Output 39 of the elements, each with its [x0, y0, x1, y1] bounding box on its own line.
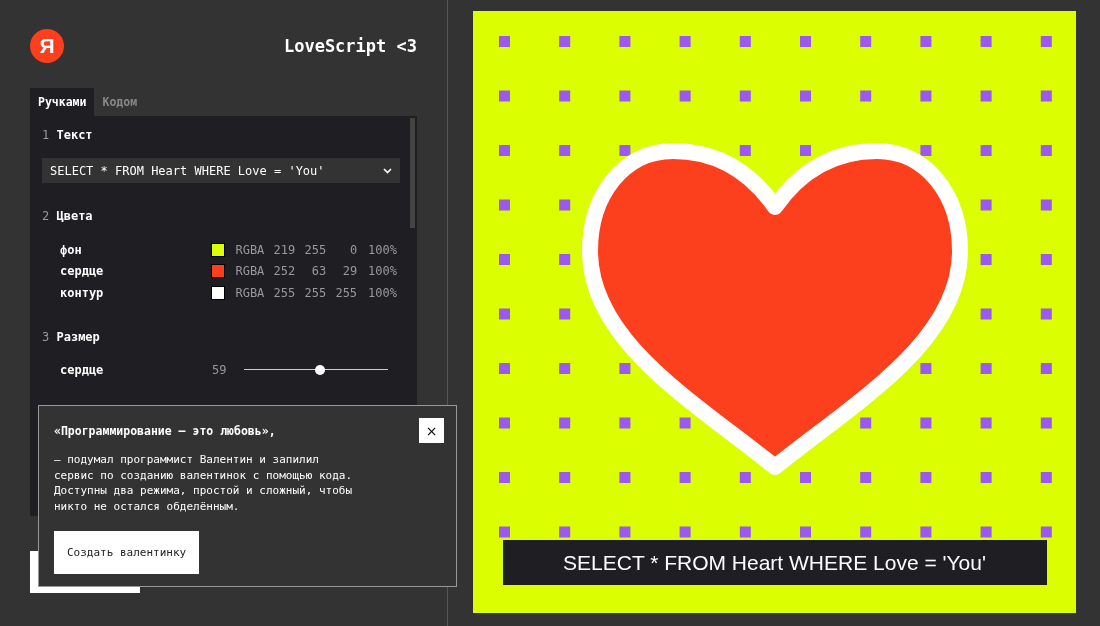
color-label: фон — [60, 242, 83, 257]
color-value: 255 — [272, 285, 296, 300]
color-swatch[interactable] — [211, 285, 226, 300]
section-title: 3 Размер — [42, 329, 101, 344]
color-swatch[interactable] — [211, 264, 226, 279]
color-label: контур — [60, 285, 105, 300]
color-value: 219 — [272, 242, 296, 257]
section-title: 2 Цвета — [42, 209, 94, 223]
color-label: сердце — [60, 264, 105, 279]
slider-label: сердце — [60, 362, 105, 377]
color-value: 29 — [341, 264, 358, 279]
section-title: 1 Текст — [42, 128, 94, 142]
color-value: 100% — [367, 264, 397, 279]
popup-text: — подумал программист Валентин и запилил сервис по созданию валентинок с помощью кода. Доступны два режима, простой и сложный, чтобы никто не остался обделённым. — [54, 452, 353, 514]
logo[interactable]: Я — [30, 29, 64, 63]
color-model: RGBA — [235, 264, 265, 279]
scrollbar[interactable] — [410, 118, 415, 228]
create-button[interactable]: Создать валентинку — [54, 531, 200, 574]
close-button[interactable]: × — [419, 418, 444, 443]
slider-thumb[interactable] — [315, 364, 326, 375]
chevron-down-icon — [383, 167, 392, 174]
tab[interactable]: Кодом — [94, 88, 146, 116]
color-value: 0 — [348, 242, 358, 257]
color-model: RGBA — [235, 285, 265, 300]
color-value: 255 — [334, 285, 358, 300]
app-title: LoveScript <3 — [283, 36, 417, 56]
color-value: 63 — [310, 264, 327, 279]
color-value: 100% — [367, 285, 397, 300]
popup-title: «Программирование — это любовь», — [54, 424, 276, 438]
caption-text: SELECT * FROM Heart WHERE Love = 'You' — [502, 540, 1047, 585]
color-swatch[interactable] — [211, 242, 226, 257]
tab[interactable]: Ручками — [30, 88, 95, 116]
color-value: 252 — [272, 264, 296, 279]
slider-value: 59 — [212, 362, 228, 377]
color-value: 255 — [303, 285, 327, 300]
color-model: RGBA — [235, 242, 265, 257]
text-select[interactable]: SELECT * FROM Heart WHERE Love = 'You' — [42, 158, 400, 183]
color-value: 100% — [367, 242, 397, 257]
color-value: 255 — [303, 242, 327, 257]
